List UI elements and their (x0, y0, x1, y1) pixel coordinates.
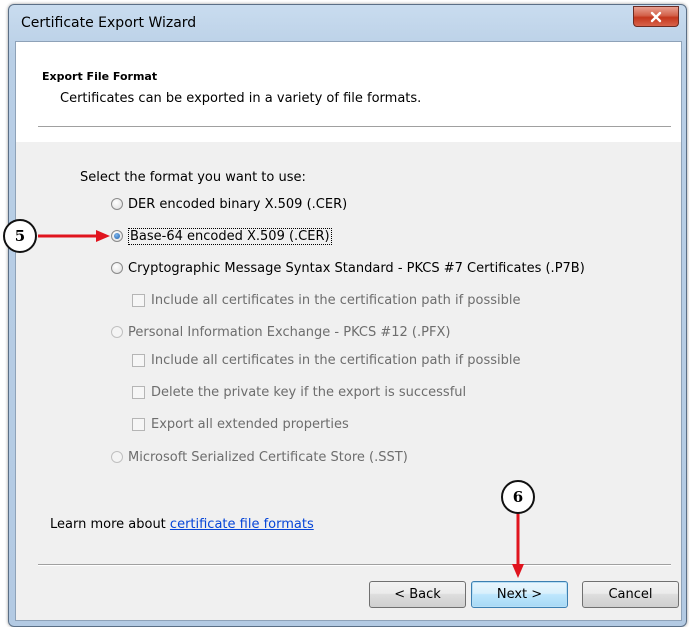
annotation-arrows (38, 230, 524, 578)
step-5-callout: 5 (3, 219, 37, 253)
step-6-callout: 6 (501, 480, 535, 514)
step-5-arrow (38, 230, 110, 242)
step-6-arrow (512, 513, 524, 578)
